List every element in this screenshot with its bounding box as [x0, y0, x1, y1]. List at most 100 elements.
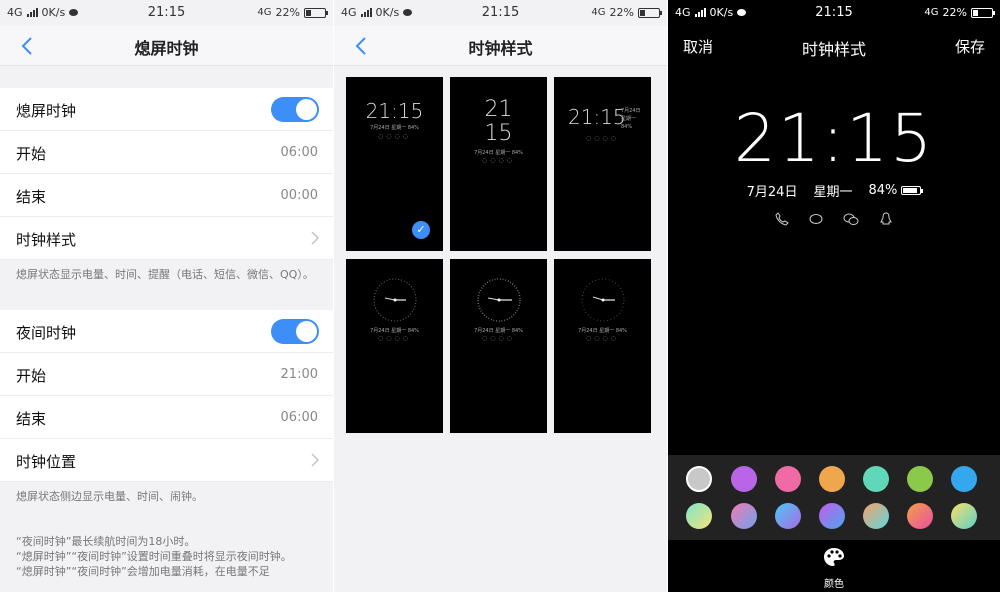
color-swatch-blue[interactable] — [951, 466, 977, 492]
screen-aod-settings: 4G 0K/s 21:15 4G 22% 熄屏时钟 熄屏时钟 开始 06:00 … — [0, 0, 333, 592]
style-option-side[interactable]: 21:15 7月24日 星期一 84% ◌◌◌◌ — [554, 77, 651, 251]
aod-toggle-switch[interactable] — [271, 97, 319, 122]
color-swatch-gradient-1[interactable] — [686, 503, 712, 529]
style-option-digital[interactable]: 21:15 7月24日 星期一 84% ◌◌◌◌ ✓ — [346, 77, 443, 251]
bottom-tab-bar: 颜色 — [668, 540, 1000, 592]
footnote: “熄屏时钟”“夜间时钟”会增加电量消耗，在电量不足 — [16, 565, 270, 578]
preview-time: 21:15 — [733, 100, 935, 177]
thumb-info: 7月24日 星期一 84% — [370, 125, 419, 131]
aod-toggle-row[interactable]: 熄屏时钟 — [0, 88, 333, 131]
aod-toggle-label: 熄屏时钟 — [16, 102, 77, 120]
color-swatch-orange[interactable] — [819, 466, 845, 492]
screen-clock-style: 4G 0K/s 21:15 4G 22% 时钟样式 21:15 7月24日 星期… — [334, 0, 667, 592]
night-toggle-label: 夜间时钟 — [16, 324, 77, 342]
page-title: 熄屏时钟 — [134, 39, 199, 58]
color-swatch-gradient-6[interactable] — [907, 503, 933, 529]
preview-weekday: 星期一 — [813, 185, 853, 200]
screen-clock-style-editor: 4G 0K/s 21:15 4G 22% 取消 时钟样式 保存 21:15 7月… — [668, 0, 1000, 592]
status-bar: 4G 0K/s 21:15 4G 22% — [334, 0, 667, 26]
color-swatch-green[interactable] — [907, 466, 933, 492]
color-swatch-gradient-7[interactable] — [951, 503, 977, 529]
style-option-analog-1[interactable]: 7月24日 星期一 84% ◌◌◌◌ — [346, 259, 443, 433]
analog-clock-icon — [373, 278, 417, 322]
night-start-label: 开始 — [16, 367, 47, 385]
color-swatch-gradient-2[interactable] — [731, 503, 757, 529]
selected-check-icon: ✓ — [412, 221, 430, 239]
thumb-info: 7月24日 星期一 84% — [578, 328, 627, 334]
thumb-time: 21:15 — [568, 105, 626, 129]
analog-clock-icon — [581, 278, 625, 322]
night-toggle-switch[interactable] — [271, 319, 319, 344]
analog-clock-icon — [477, 278, 521, 322]
status-bar: 4G 0K/s 21:15 4G 22% — [0, 0, 333, 26]
night-note: 熄屏状态侧边显示电量、时间、闹钟。 — [16, 490, 203, 503]
color-swatch-purple[interactable] — [731, 466, 757, 492]
palette-icon[interactable] — [822, 546, 846, 570]
night-toggle-row[interactable]: 夜间时钟 — [0, 310, 333, 353]
thumb-hour: 21 — [484, 97, 513, 122]
page-title: 时钟样式 — [468, 39, 533, 58]
night-start-value: 21:00 — [280, 367, 318, 382]
night-end-row[interactable]: 结束 06:00 — [0, 396, 333, 439]
footnote: “熄屏时钟”“夜间时钟”设置时间重叠时将显示夜间时钟。 — [16, 550, 292, 563]
night-start-row[interactable]: 开始 21:00 — [0, 353, 333, 396]
thumb-notify-icons: ◌◌◌◌ — [482, 157, 515, 164]
thumb-notify-icons: ◌◌◌◌ — [586, 335, 619, 342]
phone-icon — [775, 212, 789, 226]
preview-date: 7月24日 — [746, 185, 798, 200]
thumb-info: 7月24日 星期一 84% — [474, 150, 523, 156]
nav-bar: 时钟样式 — [334, 26, 667, 66]
style-grid: 21:15 7月24日 星期一 84% ◌◌◌◌ ✓ 21 15 7月24日 星… — [346, 77, 651, 433]
color-swatch-pink[interactable] — [775, 466, 801, 492]
thumb-notify-icons: ◌◌◌◌ — [378, 335, 411, 342]
clock-style-row[interactable]: 时钟样式 — [0, 217, 333, 260]
network-type-right: 4G — [924, 7, 939, 18]
color-swatch-gradient-4[interactable] — [819, 503, 845, 529]
preview-date-line: 7月24日 星期一 84% — [668, 181, 1000, 200]
clock-position-row[interactable]: 时钟位置 — [0, 439, 333, 482]
wechat-icon — [843, 213, 859, 225]
network-type-right: 4G — [257, 7, 272, 18]
color-swatch-gradient-5[interactable] — [863, 503, 889, 529]
battery-icon — [971, 7, 995, 18]
aod-start-row[interactable]: 开始 06:00 — [0, 131, 333, 174]
color-swatch-gradient-3[interactable] — [775, 503, 801, 529]
aod-end-row[interactable]: 结束 00:00 — [0, 174, 333, 217]
style-option-analog-2[interactable]: 7月24日 星期一 84% ◌◌◌◌ — [450, 259, 547, 433]
night-end-value: 06:00 — [280, 410, 318, 425]
aod-end-label: 结束 — [16, 188, 47, 206]
sms-icon — [809, 214, 823, 224]
clock-style-label: 时钟样式 — [16, 231, 77, 249]
night-end-label: 结束 — [16, 410, 47, 428]
color-palette — [668, 455, 1000, 540]
color-swatch-gray[interactable] — [686, 466, 712, 492]
battery-percent: 22% — [275, 6, 300, 19]
preview-notify-icons — [668, 212, 1000, 226]
aod-note: 熄屏状态显示电量、时间、提醒（电话、短信、微信、QQ）。 — [16, 268, 314, 281]
style-option-analog-3[interactable]: 7月24日 星期一 84% ◌◌◌◌ — [554, 259, 651, 433]
color-swatch-mint[interactable] — [863, 466, 889, 492]
battery-percent: 22% — [609, 6, 634, 19]
thumb-info: 7月24日 星期一 84% — [370, 328, 419, 334]
battery-icon — [304, 7, 328, 18]
thumb-notify-icons: ◌◌◌◌ — [378, 133, 411, 140]
editor-top-bar: 取消 时钟样式 保存 — [668, 26, 1000, 66]
qq-icon — [880, 212, 892, 225]
status-bar: 4G 0K/s 21:15 4G 22% — [668, 0, 1000, 26]
battery-percent: 22% — [942, 6, 967, 19]
battery-icon — [901, 186, 924, 195]
preview-battery: 84% — [868, 183, 898, 198]
chevron-right-icon — [311, 453, 320, 467]
nav-bar: 熄屏时钟 — [0, 26, 333, 66]
aod-end-value: 00:00 — [280, 188, 318, 203]
footnotes: “夜间时钟”最长续航时间为18小时。 “熄屏时钟”“夜间时钟”设置时间重叠时将显… — [0, 512, 333, 587]
footnote: “夜间时钟”最长续航时间为18小时。 — [16, 535, 196, 548]
save-button[interactable]: 保存 — [955, 36, 985, 57]
thumb-side-info: 7月24日 星期一 84% — [621, 108, 641, 130]
thumb-info: 7月24日 星期一 84% — [474, 328, 523, 334]
chevron-right-icon — [311, 231, 320, 245]
page-title: 时钟样式 — [801, 40, 866, 59]
thumb-minute: 15 — [484, 121, 513, 146]
style-option-stacked[interactable]: 21 15 7月24日 星期一 84% ◌◌◌◌ — [450, 77, 547, 251]
aod-start-label: 开始 — [16, 145, 47, 163]
